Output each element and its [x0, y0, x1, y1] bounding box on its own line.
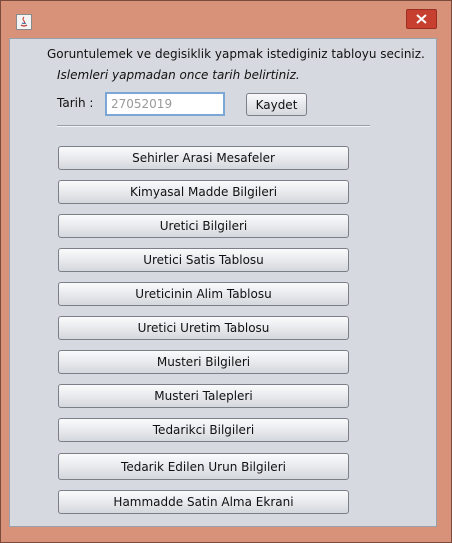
- uretici-satis-tablosu-button[interactable]: Uretici Satis Tablosu: [58, 248, 349, 272]
- musteri-bilgileri-button[interactable]: Musteri Bilgileri: [58, 350, 349, 374]
- hammadde-satin-alma-ekrani-button[interactable]: Hammadde Satin Alma Ekrani: [58, 490, 349, 514]
- tedarik-edilen-urun-bilgileri-button[interactable]: Tedarik Edilen Urun Bilgileri: [58, 453, 349, 480]
- close-button[interactable]: [406, 9, 437, 29]
- separator: [57, 125, 370, 127]
- close-icon: [416, 14, 427, 24]
- title-bar[interactable]: [1, 1, 451, 37]
- musteri-talepleri-button[interactable]: Musteri Talepleri: [58, 384, 349, 408]
- kimyasal-madde-bilgileri-button[interactable]: Kimyasal Madde Bilgileri: [58, 180, 349, 204]
- sehirler-arasi-mesafeler-button[interactable]: Sehirler Arasi Mesafeler: [58, 146, 349, 170]
- instruction-text: Goruntulemek ve degisiklik yapmak istedi…: [47, 47, 425, 61]
- note-text: Islemleri yapmadan once tarih belirtiniz…: [57, 68, 300, 82]
- save-button[interactable]: Kaydet: [246, 93, 307, 116]
- java-app-icon: [16, 14, 32, 30]
- ureticinin-alim-tablosu-button[interactable]: Ureticinin Alim Tablosu: [58, 282, 349, 306]
- date-label: Tarih :: [57, 96, 94, 110]
- date-input[interactable]: [105, 92, 225, 116]
- uretici-uretim-tablosu-button[interactable]: Uretici Uretim Tablosu: [58, 316, 349, 340]
- uretici-bilgileri-button[interactable]: Uretici Bilgileri: [58, 214, 349, 238]
- tedarikci-bilgileri-button[interactable]: Tedarikci Bilgileri: [58, 418, 349, 442]
